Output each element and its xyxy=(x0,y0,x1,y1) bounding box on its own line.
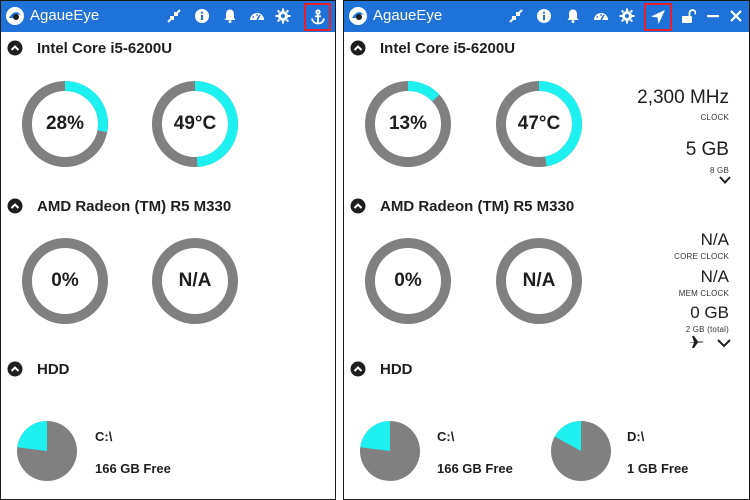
gpu-core-clock-label: CORE CLOCK xyxy=(674,252,729,261)
cpu-temp-value: 49°C xyxy=(173,113,217,134)
hdd-title: HDD xyxy=(37,361,70,378)
cpu-name: Intel Core i5-6200U xyxy=(37,40,173,57)
cpu-temp-value: 47°C xyxy=(517,113,561,134)
chevron-up-icon[interactable] xyxy=(7,198,23,214)
chevron-up-icon[interactable] xyxy=(7,361,23,377)
gpu-temp-gauge: N/A xyxy=(496,238,582,324)
close-icon xyxy=(730,10,742,22)
gpu-usage-gauge: 0% xyxy=(22,238,108,324)
cpu-temp-gauge: 49°C xyxy=(152,81,238,167)
anchor-icon xyxy=(310,9,325,25)
chevron-down-icon[interactable] xyxy=(717,338,731,348)
info-icon xyxy=(537,9,551,23)
compress-icon xyxy=(167,9,181,23)
title-bar[interactable]: AgaueEye xyxy=(344,1,749,32)
cpu-usage-gauge: 13% xyxy=(365,81,451,167)
gpu-temp-gauge: N/A xyxy=(152,238,238,324)
chevron-up-icon[interactable] xyxy=(350,361,366,377)
compact-mode-button[interactable] xyxy=(504,4,528,28)
gpu-temp-value: N/A xyxy=(522,270,556,291)
pie-free-slice xyxy=(17,421,47,451)
gpu-section-header[interactable]: AMD Radeon (TM) R5 M330 xyxy=(7,197,327,217)
app-logo-icon xyxy=(349,7,367,25)
chevron-down-icon[interactable] xyxy=(719,175,731,185)
title-bar[interactable]: AgaueEye xyxy=(1,1,335,32)
dashboard-icon xyxy=(594,13,608,21)
gear-icon xyxy=(275,8,291,24)
cpu-clock-label: CLOCK xyxy=(700,113,729,122)
compress-icon xyxy=(509,9,523,23)
cpu-temp-gauge: 47°C xyxy=(496,81,582,167)
pie-free-slice xyxy=(360,421,390,451)
pin-window-button[interactable] xyxy=(304,3,331,31)
compact-mode-button[interactable] xyxy=(162,4,186,28)
settings-button[interactable] xyxy=(271,4,295,28)
gear-icon xyxy=(619,8,635,24)
dashboard-icon xyxy=(250,13,264,21)
cpu-memory-total: 8 GB xyxy=(709,166,729,175)
airplane-icon[interactable] xyxy=(689,335,705,349)
drive-c-free: 166 GB Free xyxy=(437,461,513,476)
gpu-memory-value: 0 GB xyxy=(690,303,729,322)
drive-d-free: 1 GB Free xyxy=(627,461,689,476)
cpu-section-header[interactable]: Intel Core i5-6200U xyxy=(7,39,327,59)
gpu-memory-total: 2 GB (total) xyxy=(685,325,729,334)
gpu-usage-gauge: 0% xyxy=(365,238,451,324)
app-title: AgaueEye xyxy=(30,7,100,24)
minimize-button[interactable] xyxy=(701,4,725,28)
minimize-icon xyxy=(707,15,719,18)
drive-c-free: 166 GB Free xyxy=(95,461,171,476)
dashboard-button[interactable] xyxy=(245,4,269,28)
info-icon xyxy=(195,9,209,23)
agaueeye-window-right: AgaueEye Intel Core i5-6200U 13% 47°C 2,… xyxy=(343,0,750,500)
gpu-core-clock-value: N/A xyxy=(700,230,729,249)
cpu-usage-value: 13% xyxy=(388,113,428,134)
chevron-up-icon[interactable] xyxy=(350,198,366,214)
notifications-button[interactable] xyxy=(561,4,585,28)
dashboard-button[interactable] xyxy=(589,4,613,28)
hdd-title: HDD xyxy=(380,361,413,378)
close-button[interactable] xyxy=(724,4,748,28)
info-button[interactable] xyxy=(532,4,556,28)
window-gap xyxy=(336,0,343,500)
cpu-memory-value: 5 GB xyxy=(685,139,729,160)
info-button[interactable] xyxy=(190,4,214,28)
move-window-button[interactable] xyxy=(644,3,672,31)
gpu-mem-clock-value: N/A xyxy=(700,267,729,286)
gpu-usage-value: 0% xyxy=(394,270,422,291)
cpu-name: Intel Core i5-6200U xyxy=(380,40,516,57)
gpu-usage-value: 0% xyxy=(51,270,79,291)
cpu-section-header[interactable]: Intel Core i5-6200U xyxy=(350,39,650,59)
notifications-button[interactable] xyxy=(218,4,242,28)
chevron-up-icon[interactable] xyxy=(350,40,366,56)
drive-c-label: C:\ xyxy=(437,429,455,444)
drive-d-label: D:\ xyxy=(627,429,645,444)
drive-c-usage-pie xyxy=(17,421,77,481)
unlock-button[interactable] xyxy=(676,4,700,28)
location-arrow-icon xyxy=(651,10,665,24)
cpu-usage-gauge: 28% xyxy=(22,81,108,167)
chevron-up-icon[interactable] xyxy=(7,40,23,56)
cpu-clock-value: 2,300 MHz xyxy=(637,87,729,108)
bell-icon xyxy=(567,9,579,23)
drive-d-usage-pie xyxy=(551,421,611,481)
unlock-icon xyxy=(682,9,696,23)
gpu-section-header[interactable]: AMD Radeon (TM) R5 M330 xyxy=(350,197,650,217)
gpu-mem-clock-label: MEM CLOCK xyxy=(678,289,729,298)
hdd-section-header[interactable]: HDD xyxy=(350,360,650,380)
cpu-usage-value: 28% xyxy=(45,113,85,134)
settings-button[interactable] xyxy=(615,4,639,28)
drive-c-usage-pie xyxy=(360,421,420,481)
gpu-name: AMD Radeon (TM) R5 M330 xyxy=(380,198,575,215)
app-title: AgaueEye xyxy=(373,7,443,24)
gpu-temp-value: N/A xyxy=(178,270,212,291)
bell-icon xyxy=(224,9,236,23)
agaueeye-window-left: AgaueEye Intel Core i5-6200U 28% 49°C AM… xyxy=(0,0,336,500)
gpu-name: AMD Radeon (TM) R5 M330 xyxy=(37,198,232,215)
app-logo-icon xyxy=(6,7,24,25)
drive-c-label: C:\ xyxy=(95,429,113,444)
hdd-section-header[interactable]: HDD xyxy=(7,360,327,380)
